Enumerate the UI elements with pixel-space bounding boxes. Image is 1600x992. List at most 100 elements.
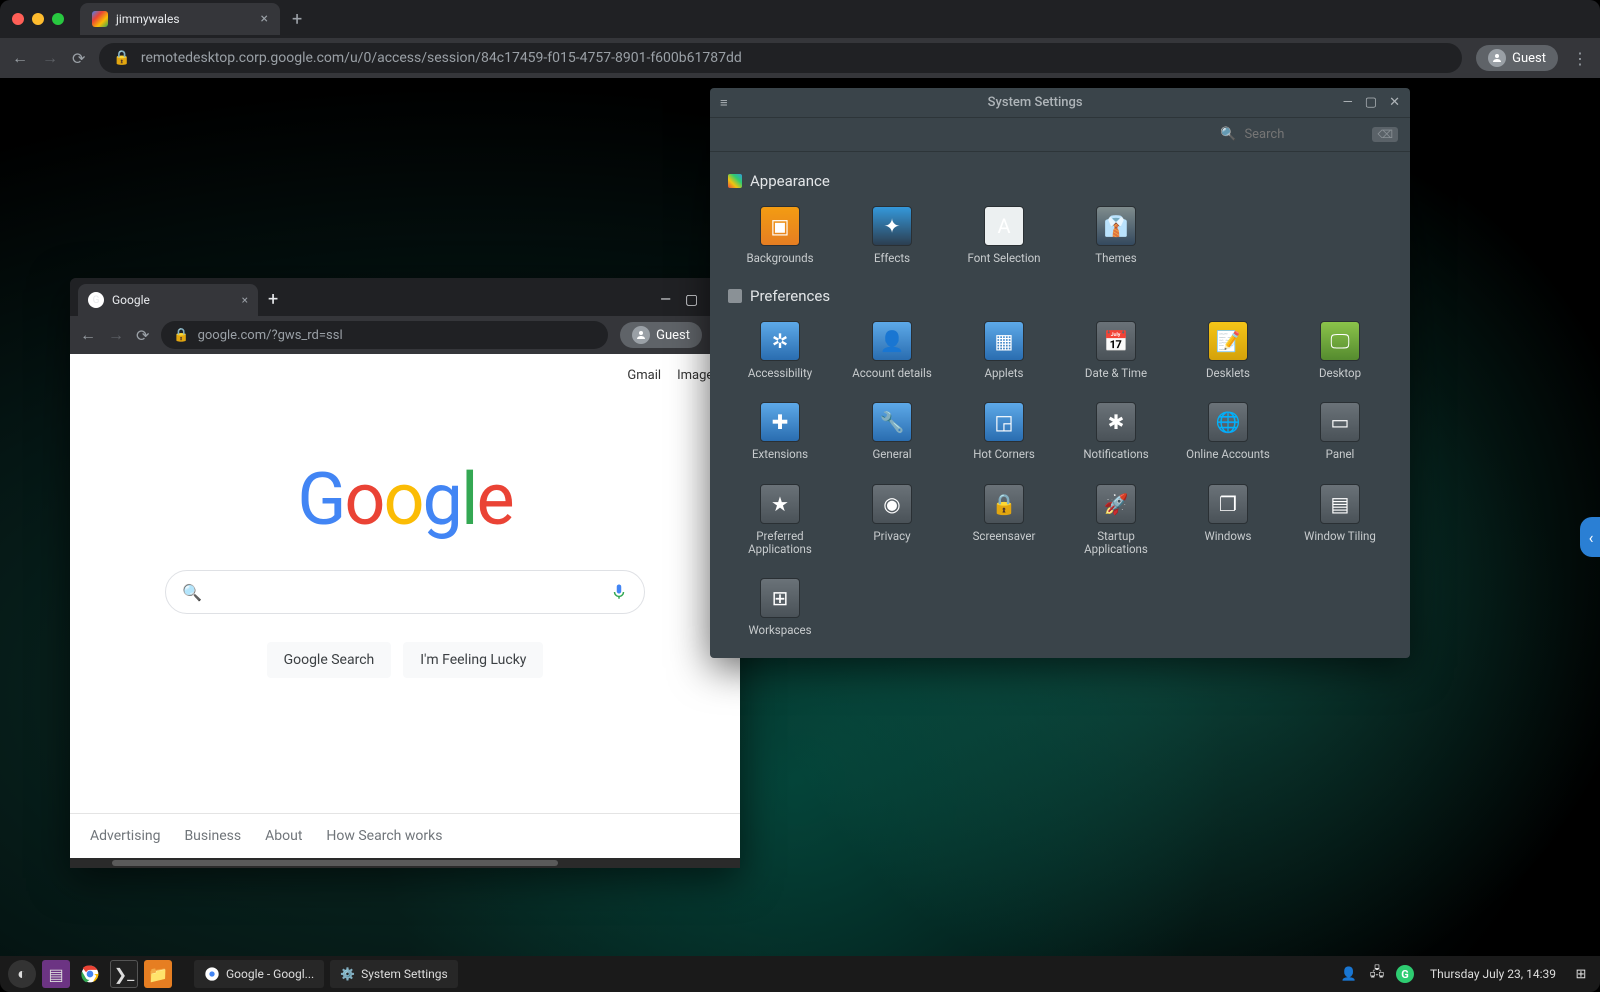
inner-maximize-icon[interactable]: ▢ — [685, 292, 698, 308]
settings-item-label: Extensions — [752, 448, 808, 461]
close-window-button[interactable] — [12, 13, 24, 25]
footer-advertising-link[interactable]: Advertising — [90, 828, 160, 844]
settings-item-label: Accessibility — [748, 367, 812, 380]
settings-item-preferred-applications[interactable]: ★Preferred Applications — [728, 480, 832, 560]
inner-url-input[interactable]: 🔒 google.com/?gws_rd=ssl — [161, 321, 608, 349]
settings-item-accessibility[interactable]: ✲Accessibility — [728, 317, 832, 384]
settings-item-privacy[interactable]: ◉Privacy — [840, 480, 944, 560]
workspaces-tray-icon[interactable]: ⊞ — [1570, 967, 1592, 982]
google-search-button[interactable]: Google Search — [267, 642, 392, 678]
status-tray-icon[interactable]: G — [1394, 965, 1416, 983]
files-launcher[interactable]: 📁 — [144, 960, 172, 988]
forward-icon[interactable]: → — [42, 48, 58, 68]
menu-icon[interactable]: ⋮ — [1572, 49, 1588, 68]
settings-item-label: Screensaver — [973, 530, 1036, 543]
appearance-grid: ▣Backgrounds ✦ Effects AFont Selection👔Them… — [728, 202, 1392, 269]
settings-item-notifications[interactable]: ✱Notifications — [1064, 398, 1168, 465]
settings-item-label: Applets — [984, 367, 1023, 380]
settings-item-label: Panel — [1326, 448, 1355, 461]
settings-item-label: Notifications — [1083, 448, 1148, 461]
inner-profile-button[interactable]: Guest — [620, 322, 702, 348]
maximize-window-button[interactable] — [52, 13, 64, 25]
settings-item-themes[interactable]: 👔Themes — [1064, 202, 1168, 269]
sparkle-icon: ✦ — [872, 206, 912, 246]
profile-label: Guest — [1512, 51, 1546, 66]
reload-icon[interactable]: ⟳ — [72, 49, 85, 68]
inner-browser-tab[interactable]: G Google × — [78, 284, 258, 316]
footer-how-link[interactable]: How Search works — [326, 828, 442, 844]
settings-item-extensions[interactable]: ✚Extensions — [728, 398, 832, 465]
settings-close-icon[interactable]: ✕ — [1389, 95, 1400, 110]
settings-item-panel[interactable]: ▭ Panel — [1288, 398, 1392, 465]
settings-item-windows[interactable]: ❐Windows — [1176, 480, 1280, 560]
settings-item-font-selection[interactable]: AFont Selection — [952, 202, 1056, 269]
inner-new-tab-button[interactable]: + — [268, 289, 278, 310]
settings-item-window-tiling[interactable]: ▤Window Tiling — [1288, 480, 1392, 560]
mic-icon[interactable] — [610, 583, 628, 601]
settings-item-effects[interactable]: ✦ Effects — [840, 202, 944, 269]
settings-item-label: Effects — [874, 252, 910, 265]
inner-forward-icon[interactable]: → — [108, 325, 124, 345]
note-icon: 📝 — [1208, 321, 1248, 361]
settings-item-label: Desktop — [1319, 367, 1361, 380]
calendar-icon: 📅 — [1096, 321, 1136, 361]
settings-item-general[interactable]: 🔧General — [840, 398, 944, 465]
system-settings-window: ≡ System Settings — ▢ ✕ 🔍 ⌫ Appearance ▣… — [710, 88, 1410, 658]
settings-item-workspaces[interactable]: ⊞Workspaces — [728, 574, 832, 641]
settings-maximize-icon[interactable]: ▢ — [1365, 95, 1377, 110]
settings-item-startup-applications[interactable]: 🚀Startup Applications — [1064, 480, 1168, 560]
panel-icon: ▭ — [1320, 402, 1360, 442]
settings-item-desktop[interactable]: 🖵Desktop — [1288, 317, 1392, 384]
settings-item-online-accounts[interactable]: 🌐Online Accounts — [1176, 398, 1280, 465]
inner-reload-icon[interactable]: ⟳ — [136, 326, 149, 345]
gear-icon: ⚙️ — [340, 967, 355, 981]
profile-button[interactable]: Guest — [1476, 45, 1558, 71]
settings-item-screensaver[interactable]: 🔒Screensaver — [952, 480, 1056, 560]
minimize-window-button[interactable] — [32, 13, 44, 25]
browser-tab[interactable]: jimmywales × — [80, 3, 280, 35]
inner-scrollbar[interactable] — [70, 858, 740, 868]
remote-desktop-side-tab[interactable]: ‹ — [1580, 517, 1600, 557]
preferences-grid: ✲Accessibility👤Account details▦Applets📅D… — [728, 317, 1392, 641]
settings-item-account-details[interactable]: 👤Account details — [840, 317, 944, 384]
network-tray-icon[interactable]: 🖧 — [1366, 963, 1388, 985]
feeling-lucky-button[interactable]: I'm Feeling Lucky — [403, 642, 543, 678]
taskbar-task-chrome[interactable]: Google - Googl... — [194, 960, 324, 988]
new-tab-button[interactable]: + — [292, 9, 302, 30]
settings-item-hot-corners[interactable]: ◲Hot Corners — [952, 398, 1056, 465]
inner-url-text: google.com/?gws_rd=ssl — [198, 328, 343, 343]
settings-search-input[interactable] — [1244, 127, 1364, 142]
settings-item-desklets[interactable]: 📝 Desklets — [1176, 317, 1280, 384]
lock-icon: 🔒 — [113, 50, 130, 66]
settings-minimize-icon[interactable]: — — [1343, 95, 1353, 110]
footer-about-link[interactable]: About — [265, 828, 302, 844]
settings-window-controls: — ▢ ✕ — [1343, 95, 1400, 110]
user-tray-icon[interactable]: 👤 — [1338, 967, 1360, 982]
chrome-launcher[interactable] — [76, 960, 104, 988]
inner-close-tab-icon[interactable]: × — [242, 293, 248, 307]
show-desktop-launcher[interactable]: ▤ — [42, 960, 70, 988]
back-icon[interactable]: ← — [12, 48, 28, 68]
window-controls — [12, 13, 64, 25]
settings-item-backgrounds[interactable]: ▣Backgrounds — [728, 202, 832, 269]
terminal-launcher[interactable]: ❯_ — [110, 960, 138, 988]
clock[interactable]: Thursday July 23, 14:39 — [1430, 967, 1556, 981]
google-search-box[interactable]: 🔍 — [165, 570, 645, 614]
settings-item-applets[interactable]: ▦Applets — [952, 317, 1056, 384]
inner-back-icon[interactable]: ← — [80, 325, 96, 345]
tab-title: jimmywales — [116, 12, 180, 26]
menu-launcher[interactable]: ◐ — [8, 960, 36, 988]
footer-business-link[interactable]: Business — [184, 828, 241, 844]
settings-item-label: Account details — [852, 367, 932, 380]
url-input[interactable]: 🔒 remotedesktop.corp.google.com/u/0/acce… — [99, 43, 1462, 73]
close-tab-icon[interactable]: × — [261, 11, 268, 27]
settings-item-label: Online Accounts — [1186, 448, 1270, 461]
taskbar-task-settings[interactable]: ⚙️ System Settings — [330, 960, 458, 988]
inner-minimize-icon[interactable]: — — [660, 292, 671, 308]
settings-item-date-time[interactable]: 📅Date & Time — [1064, 317, 1168, 384]
search-input[interactable] — [214, 583, 598, 602]
clear-search-icon[interactable]: ⌫ — [1372, 127, 1398, 142]
settings-item-label: Desklets — [1206, 367, 1250, 380]
hamburger-icon[interactable]: ≡ — [720, 95, 728, 111]
gmail-link[interactable]: Gmail — [627, 368, 661, 383]
